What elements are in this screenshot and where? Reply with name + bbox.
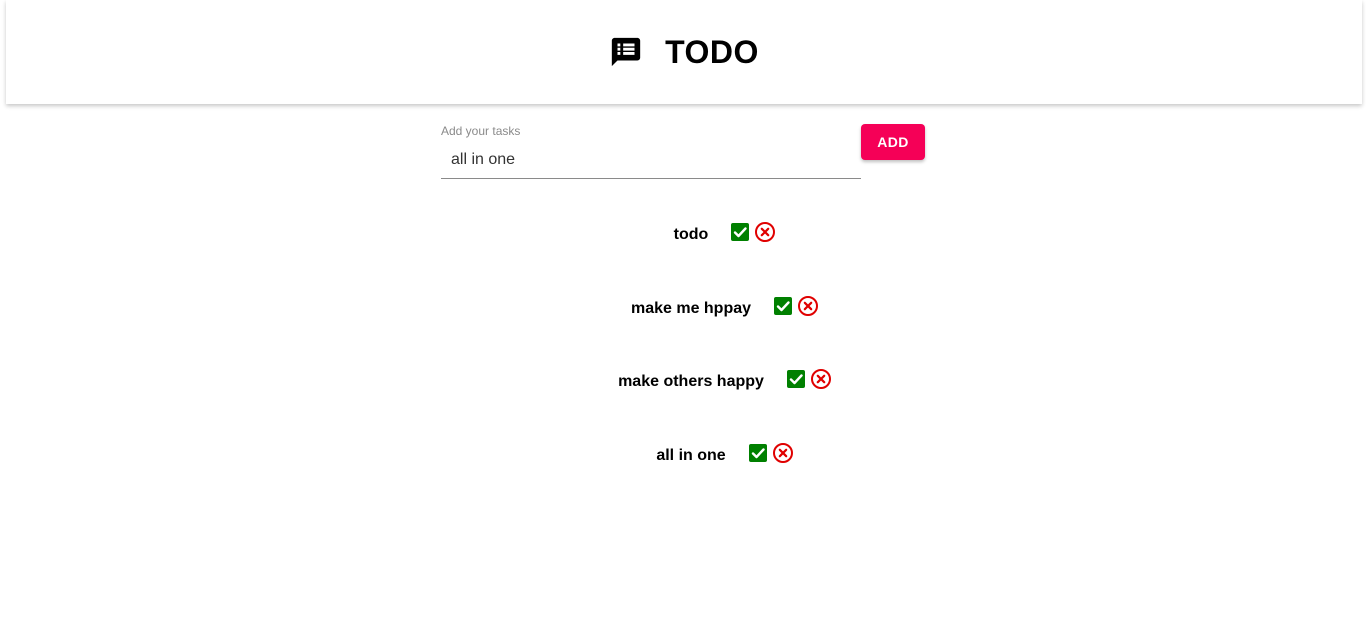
todo-list: todo make me hppay make others happy all…	[0, 221, 1366, 519]
task-field: Add your tasks	[441, 120, 861, 179]
todo-text: todo	[673, 226, 709, 243]
delete-icon[interactable]	[754, 221, 776, 243]
message-list-icon	[611, 37, 641, 67]
add-task-form: Add your tasks ADD	[441, 120, 931, 182]
todo-item: make others happy	[0, 368, 1366, 445]
add-button[interactable]: ADD	[861, 124, 925, 160]
todo-item: todo	[0, 221, 1366, 298]
task-input[interactable]	[441, 146, 861, 174]
app-title: TODO	[665, 33, 759, 70]
task-field-label: Add your tasks	[441, 124, 521, 138]
check-icon[interactable]	[773, 296, 793, 316]
todo-item: make me hppay	[0, 295, 1366, 372]
todo-text: make me hppay	[630, 299, 752, 317]
todo-text: all in one	[656, 446, 726, 464]
app-logo: TODO	[609, 34, 759, 71]
delete-icon[interactable]	[797, 295, 819, 317]
delete-icon[interactable]	[810, 368, 832, 390]
check-icon[interactable]	[730, 222, 750, 242]
check-icon[interactable]	[748, 443, 768, 463]
app-header: TODO	[6, 0, 1362, 104]
todo-text: make others happy	[618, 373, 764, 390]
delete-icon[interactable]	[772, 442, 794, 464]
check-icon[interactable]	[786, 369, 806, 389]
todo-item: all in one	[0, 442, 1366, 519]
